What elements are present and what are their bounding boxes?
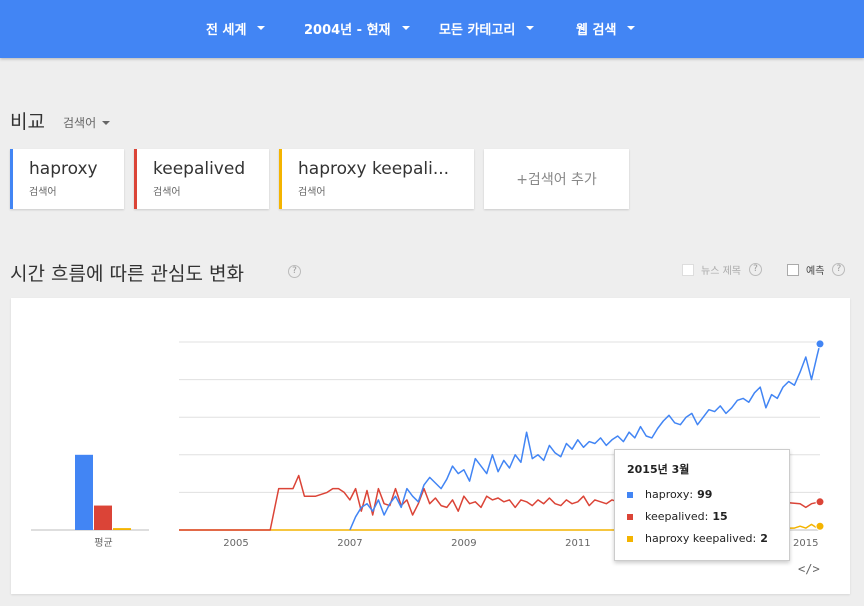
term-name: keepalived (153, 159, 246, 179)
x-tick-label: 2007 (337, 538, 362, 549)
category-filter[interactable]: 모든 카테고리 (439, 18, 535, 38)
region-filter-label: 전 세계 (206, 22, 247, 38)
region-filter[interactable]: 전 세계 (206, 18, 266, 38)
tooltip-series-value: 15 (712, 510, 728, 523)
section-title: 시간 흐름에 따른 관심도 변화 (10, 263, 244, 285)
average-bar-haproxy (75, 454, 93, 530)
term-color-bar (10, 149, 13, 209)
help-icon[interactable]: ? (832, 263, 846, 276)
term-name: haproxy keepali... (298, 159, 450, 179)
term-card-keepalived[interactable]: keepalived 검색어 (134, 149, 269, 209)
chart-tooltip: 2015년 3월 haproxy:99 keepalived:15 haprox… (614, 449, 790, 561)
forecast-label: 예측 (806, 266, 825, 277)
series-endpoint-keepalived (815, 497, 825, 507)
legend-swatch (627, 513, 633, 520)
average-bar-haproxy-keepalived (113, 528, 131, 530)
term-type: 검색어 (29, 187, 57, 198)
x-tick-label: 2011 (565, 538, 590, 549)
compare-title: 비교 (10, 111, 45, 133)
term-color-bar (279, 149, 282, 209)
help-icon[interactable]: ? (288, 265, 301, 278)
tooltip-row-keepalived: keepalived:15 (627, 510, 728, 523)
chevron-down-icon (627, 26, 636, 30)
chevron-down-icon (102, 120, 111, 125)
x-tick-label: 2015 (793, 538, 818, 549)
legend-swatch (627, 535, 633, 542)
news-headlines-option[interactable]: 뉴스 제목 ? (682, 262, 762, 277)
category-filter-label: 모든 카테고리 (439, 22, 516, 38)
time-range-filter-label: 2004년 - 현재 (304, 22, 391, 38)
tooltip-series-name: haproxy keepalived (645, 532, 753, 545)
average-bar-keepalived (94, 505, 112, 530)
x-tick-label: 2009 (451, 538, 476, 549)
term-type: 검색어 (298, 187, 326, 198)
term-name: haproxy (29, 159, 98, 179)
x-tick-label: 2005 (223, 538, 248, 549)
series-endpoint-haproxy (815, 339, 825, 349)
compare-mode-label: 검색어 (63, 116, 97, 130)
term-type: 검색어 (153, 187, 181, 198)
tooltip-series-value: 99 (697, 488, 713, 501)
series-endpoint-haproxy-keepalived (815, 521, 825, 531)
time-range-filter[interactable]: 2004년 - 현재 (304, 18, 410, 38)
tooltip-title: 2015년 3월 (627, 463, 690, 476)
tooltip-series-value: 2 (760, 532, 768, 545)
forecast-option[interactable]: 예측 ? (787, 262, 846, 277)
top-filter-bar: 전 세계 2004년 - 현재 모든 카테고리 웹 검색 (0, 0, 864, 58)
chevron-down-icon (401, 26, 410, 30)
embed-code-icon[interactable]: </> (798, 562, 820, 576)
chevron-down-icon (257, 26, 266, 30)
search-type-filter[interactable]: 웹 검색 (576, 18, 636, 38)
tooltip-row-haproxy-keepalived: haproxy keepalived:2 (627, 532, 768, 545)
news-headlines-label: 뉴스 제목 (701, 266, 741, 277)
tooltip-series-name: haproxy (645, 488, 690, 501)
compare-mode-dropdown[interactable]: 검색어 (63, 114, 111, 131)
tooltip-row-haproxy: haproxy:99 (627, 488, 712, 501)
forecast-checkbox[interactable] (787, 263, 799, 276)
term-card-haproxy-keepalived[interactable]: haproxy keepali... 검색어 (279, 149, 474, 209)
tooltip-series-name: keepalived (645, 510, 705, 523)
add-term-button[interactable]: +검색어 추가 (484, 149, 629, 209)
search-type-filter-label: 웹 검색 (576, 22, 617, 38)
news-headlines-checkbox[interactable] (682, 263, 694, 276)
help-icon[interactable]: ? (748, 263, 762, 276)
average-label: 평균 (94, 537, 112, 549)
term-color-bar (134, 149, 137, 209)
legend-swatch (627, 491, 633, 498)
chevron-down-icon (526, 26, 535, 30)
term-card-haproxy[interactable]: haproxy 검색어 (10, 149, 124, 209)
